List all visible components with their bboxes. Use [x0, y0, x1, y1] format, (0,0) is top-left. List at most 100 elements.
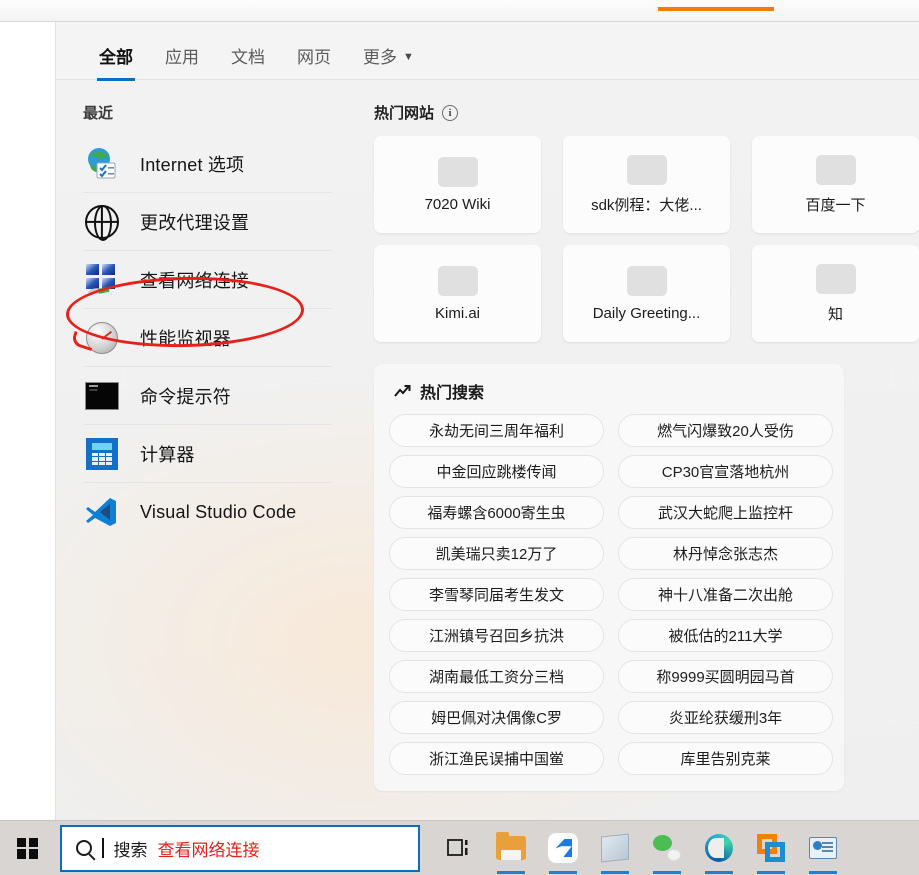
- info-icon[interactable]: i: [442, 104, 459, 121]
- tab-more[interactable]: 更多 ▼: [347, 43, 430, 80]
- search-icon: [76, 840, 92, 856]
- site-favicon-placeholder: [815, 154, 856, 185]
- site-tile-label: Daily Greeting...: [592, 304, 701, 322]
- site-favicon-placeholder: [815, 263, 856, 294]
- trending-pill[interactable]: 武汉大蛇爬上监控杆: [618, 496, 833, 529]
- site-favicon-placeholder: [626, 154, 667, 185]
- trending-pill[interactable]: CP30官宣落地杭州: [618, 455, 833, 488]
- file-explorer-button[interactable]: [488, 821, 534, 875]
- search-flyout-panel: 全部 应用 文档 网页 更多 ▼ 最近 Internet 选项 更改代理设置 查…: [55, 22, 919, 820]
- start-button[interactable]: [0, 821, 55, 875]
- trending-pill[interactable]: 李雪琴同届考生发文: [389, 578, 604, 611]
- notepad-icon: [601, 833, 629, 863]
- trending-searches-grid: 永劫无间三周年福利 燃气闪爆致20人受伤 中金回应跳楼传闻 CP30官宣落地杭州…: [374, 414, 844, 775]
- recent-item-proxy-settings[interactable]: 更改代理设置: [83, 193, 332, 251]
- site-tile[interactable]: 7020 Wiki: [374, 136, 541, 233]
- wechat-icon: [653, 835, 681, 861]
- search-panel-body: 最近 Internet 选项 更改代理设置 查看网络连接 性能监视器 命令提示符…: [56, 80, 919, 820]
- notepad-button[interactable]: [592, 821, 638, 875]
- recent-item-command-prompt[interactable]: 命令提示符: [83, 367, 332, 425]
- trending-pill[interactable]: 湖南最低工资分三档: [389, 660, 604, 693]
- recent-list: Internet 选项 更改代理设置 查看网络连接 性能监视器 命令提示符 计算…: [56, 135, 346, 541]
- edge-button[interactable]: [696, 821, 742, 875]
- trending-pill[interactable]: 燃气闪爆致20人受伤: [618, 414, 833, 447]
- tab-all-label: 全部: [99, 48, 133, 67]
- recent-item-network-connections[interactable]: 查看网络连接: [83, 251, 332, 309]
- site-tile[interactable]: Daily Greeting...: [563, 245, 730, 342]
- trending-pill[interactable]: 库里告别克莱: [618, 742, 833, 775]
- trending-pill[interactable]: 浙江渔民误捕中国鲎: [389, 742, 604, 775]
- network-connections-icon: [83, 261, 121, 299]
- recent-item-internet-options[interactable]: Internet 选项: [83, 135, 332, 193]
- globe-icon: [83, 203, 121, 241]
- search-value: 查看网络连接: [157, 840, 260, 860]
- running-indicator: [757, 870, 785, 874]
- recent-item-label: 计算器: [140, 444, 195, 465]
- trending-pill[interactable]: 江洲镇号召回乡抗洪: [389, 619, 604, 652]
- trending-pill[interactable]: 林丹悼念张志杰: [618, 537, 833, 570]
- site-tile[interactable]: 百度一下: [752, 136, 919, 233]
- recent-item-calculator[interactable]: 计算器: [83, 425, 332, 483]
- trending-pill[interactable]: 永劫无间三周年福利: [389, 414, 604, 447]
- trending-pill[interactable]: 神十八准备二次出舱: [618, 578, 833, 611]
- tabs: 全部 应用 文档 网页 更多 ▼: [56, 22, 919, 81]
- site-favicon-placeholder: [437, 156, 478, 187]
- windows-logo-icon: [17, 837, 38, 859]
- blue-app-button[interactable]: [540, 821, 586, 875]
- wechat-button[interactable]: [644, 821, 690, 875]
- recent-item-vscode[interactable]: Visual Studio Code: [83, 483, 332, 541]
- edge-icon: [705, 834, 733, 862]
- tab-apps-label: 应用: [165, 48, 199, 67]
- site-favicon-placeholder: [626, 265, 667, 296]
- trending-searches-header: 热门搜索: [374, 379, 844, 414]
- search-tab-bar: 全部 应用 文档 网页 更多 ▼: [56, 22, 919, 81]
- trending-pill[interactable]: 中金回应跳楼传闻: [389, 455, 604, 488]
- media-app-button[interactable]: [800, 821, 846, 875]
- background-window-strip: [0, 0, 919, 22]
- running-indicator: [601, 870, 629, 874]
- recent-item-label: Visual Studio Code: [140, 501, 297, 522]
- trending-searches-label: 热门搜索: [420, 385, 485, 402]
- trending-pill[interactable]: 凯美瑞只卖12万了: [389, 537, 604, 570]
- recent-item-label: 性能监视器: [140, 328, 231, 349]
- site-tile[interactable]: Kimi.ai: [374, 245, 541, 342]
- trending-pill[interactable]: 姆巴佩对决偶像C罗: [389, 701, 604, 734]
- trending-pill[interactable]: 被低估的211大学: [618, 619, 833, 652]
- text-cursor: [102, 838, 104, 858]
- internet-options-icon: [83, 145, 121, 183]
- running-indicator: [705, 870, 733, 874]
- site-tile[interactable]: sdk例程：大佬...: [563, 136, 730, 233]
- recent-item-label: Internet 选项: [140, 154, 245, 175]
- recent-column: 最近 Internet 选项 更改代理设置 查看网络连接 性能监视器 命令提示符…: [56, 80, 346, 820]
- trending-pill[interactable]: 炎亚纶获缓刑3年: [618, 701, 833, 734]
- running-indicator: [809, 870, 837, 874]
- tab-documents[interactable]: 文档: [215, 43, 281, 80]
- running-indicator: [497, 870, 525, 874]
- site-tile-label: Kimi.ai: [434, 304, 480, 322]
- task-view-icon: [447, 839, 468, 856]
- tab-all[interactable]: 全部: [83, 43, 149, 81]
- trending-pill[interactable]: 称9999买圆明园马首: [618, 660, 833, 693]
- tab-web-label: 网页: [297, 48, 331, 67]
- tab-documents-label: 文档: [231, 48, 265, 67]
- vmware-button[interactable]: [748, 821, 794, 875]
- search-placeholder: 搜索: [113, 840, 148, 860]
- recent-item-performance-monitor[interactable]: 性能监视器: [83, 309, 332, 367]
- site-tile[interactable]: 知: [752, 245, 919, 342]
- tab-apps[interactable]: 应用: [149, 43, 215, 80]
- tab-more-label: 更多: [363, 48, 397, 67]
- command-prompt-icon: [83, 377, 121, 415]
- blue-app-icon: [548, 833, 578, 863]
- site-tile-label: 7020 Wiki: [424, 195, 491, 213]
- site-tile-label: 知: [827, 305, 843, 323]
- background-window-tab-accent: [658, 7, 774, 11]
- trending-pill[interactable]: 福寿螺含6000寄生虫: [389, 496, 604, 529]
- site-favicon-placeholder: [437, 265, 478, 296]
- trending-searches-card: 热门搜索 永劫无间三周年福利 燃气闪爆致20人受伤 中金回应跳楼传闻 CP30官…: [374, 364, 844, 791]
- tab-web[interactable]: 网页: [281, 43, 347, 80]
- media-app-icon: [809, 837, 837, 859]
- taskbar-search-input[interactable]: 搜索 查看网络连接: [60, 824, 420, 872]
- recent-item-label: 更改代理设置: [140, 212, 250, 233]
- site-tile-label: 百度一下: [805, 196, 866, 214]
- task-view-button[interactable]: [436, 821, 482, 875]
